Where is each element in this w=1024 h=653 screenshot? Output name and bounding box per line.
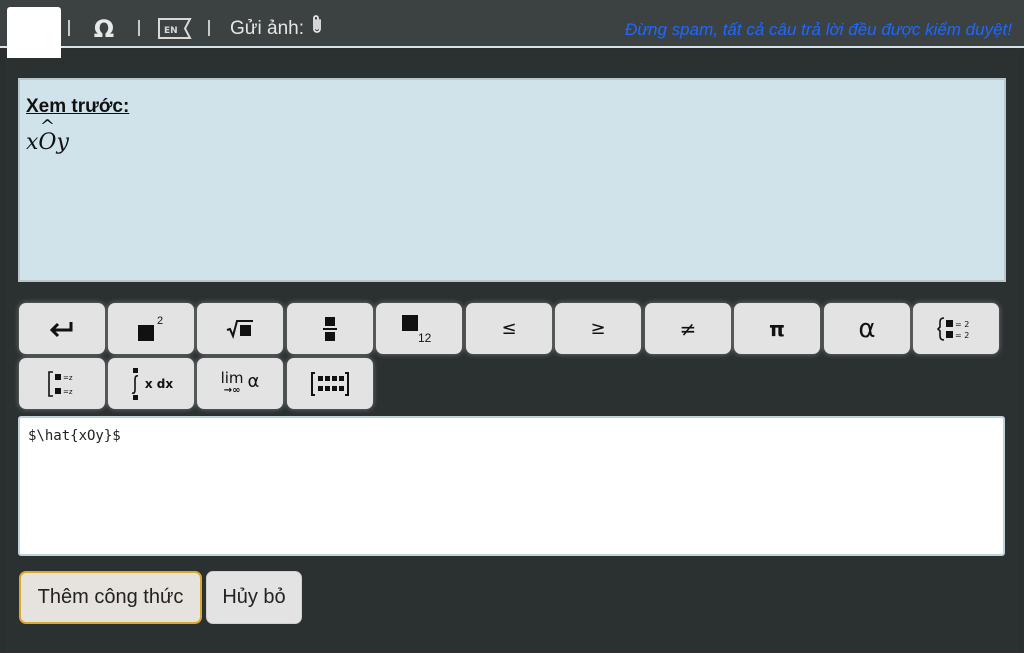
toolbar-separator [208,20,210,36]
limit-icon: lim →∞ α [221,371,260,396]
language-keyboard-icon[interactable]: EN [157,16,192,41]
preview-title: Xem trước: [26,96,130,117]
system-of-equations-button[interactable]: = 2 = 2 [913,303,999,354]
subscript-label: 12 [418,330,432,345]
system-brace-icon: = 2 = 2 [937,316,975,342]
moderation-notice: Đừng spam, tất cả câu trả lời đều được k… [625,20,1012,39]
toolbar-separator [68,20,70,36]
power-icon: 2 [136,315,166,343]
sqrt-button[interactable] [197,303,283,354]
limit-button[interactable]: lim →∞ α [197,358,283,409]
fraction-button[interactable] [287,303,373,354]
active-tab[interactable] [7,7,61,58]
upload-image-button[interactable]: Gửi ảnh: [230,14,324,44]
power-button[interactable]: 2 [108,303,194,354]
power-exponent: 2 [157,314,164,327]
cancel-button[interactable]: Hủy bỏ [206,571,302,624]
neq-button[interactable]: ≠ [645,303,731,354]
omega-icon[interactable]: Ω [88,14,120,44]
paperclip-icon [310,14,324,44]
toolbar-separator [138,20,140,36]
limit-alpha: α [247,371,260,392]
matrix-button[interactable] [287,358,373,409]
subscript-button[interactable]: 12 [376,303,462,354]
sqrt-icon [226,319,254,339]
integral-icon: x dx [129,367,174,400]
math-x: x [26,130,39,155]
integral-button[interactable]: x dx [108,358,194,409]
pi-button[interactable]: π [734,303,820,354]
fraction-icon [323,316,337,342]
limit-sub: →∞ [223,385,241,396]
svg-text:= 2: = 2 [955,320,969,329]
svg-text:=z: =z [63,374,73,382]
alpha-button[interactable]: α [824,303,910,354]
upload-label: Gửi ảnh: [230,18,304,39]
or-system-button[interactable]: =z =z [19,358,105,409]
formula-preview: Xem trước: xOy [18,78,1006,282]
integral-label: x dx [144,376,174,391]
math-y: y [56,130,69,155]
editor-toolbar: Ω EN Gửi ảnh: Đừng spam, tất cả câu trả … [0,0,1024,48]
math-hat-o: O [38,130,56,155]
leq-button[interactable]: ≤ [466,303,552,354]
latex-input[interactable]: $\hat{xOy}$ [18,416,1005,556]
svg-text:= 2: = 2 [955,331,969,340]
preview-math: xOy [26,130,69,155]
return-arrow-icon [49,320,75,338]
language-badge: EN [164,26,178,36]
subscript-icon: 12 [402,314,436,345]
bracket-system-icon: =z =z [47,370,77,398]
newline-button[interactable] [19,303,105,354]
geq-button[interactable]: ≥ [555,303,641,354]
insert-formula-button[interactable]: Thêm công thức [19,571,202,624]
svg-text:=z: =z [63,388,73,396]
limit-label: lim [220,369,244,387]
matrix-icon [310,371,350,397]
